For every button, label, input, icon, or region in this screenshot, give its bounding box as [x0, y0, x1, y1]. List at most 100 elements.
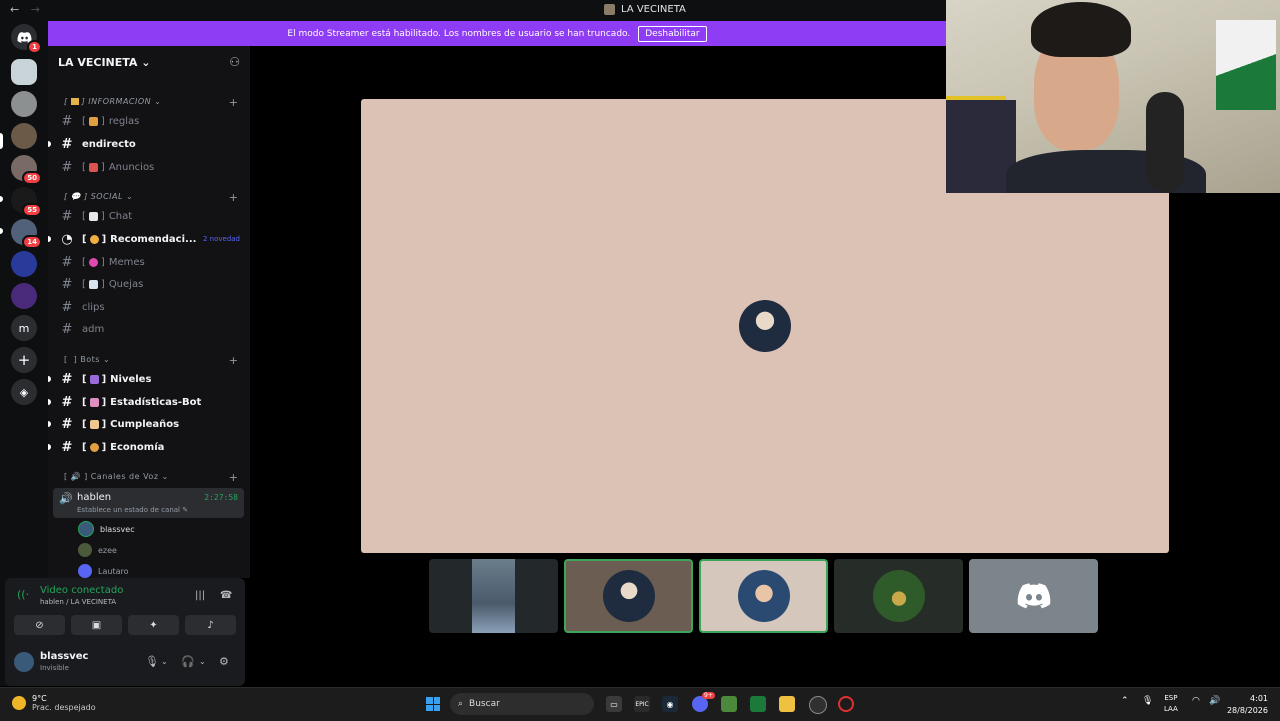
disconnect-icon[interactable]: ☎ — [220, 590, 232, 601]
channel-status[interactable]: Establece un estado de canal ✎ — [77, 506, 188, 514]
microphone-icon[interactable]: 🎙 — [1142, 696, 1153, 706]
search-box[interactable]: ⌕ Buscar — [450, 693, 594, 715]
spreadsheet-app-icon[interactable] — [750, 696, 766, 712]
voice-user[interactable]: blassvec — [78, 520, 135, 538]
input-language[interactable]: ESP LAA — [1164, 693, 1178, 715]
call-timer: 2:27:58 — [204, 493, 238, 502]
participant-tile[interactable] — [564, 559, 693, 633]
pencil-icon: ✎ — [182, 506, 189, 514]
settings-gear-icon[interactable]: ⚙ — [219, 655, 229, 668]
clock[interactable]: 4:01 28/8/2026 — [1227, 693, 1268, 717]
minecraft-icon[interactable] — [721, 696, 737, 712]
discord-home-icon[interactable]: 1 — [11, 24, 42, 54]
channel-endirecto[interactable]: # endirecto — [48, 134, 244, 154]
add-server-icon[interactable]: + — [11, 347, 37, 373]
server-icon-4[interactable]: 55 — [11, 187, 42, 217]
channel-reglas[interactable]: #[] reglas — [54, 111, 244, 131]
chevron-down-icon[interactable]: ⌄ — [199, 657, 206, 666]
channel-recomendaciones[interactable]: ◔[] Recomendaci... 2 novedad — [48, 229, 244, 249]
webcam-overlay — [946, 0, 1280, 193]
participant-tile[interactable] — [969, 559, 1098, 633]
epic-games-icon[interactable]: EPIC — [634, 696, 650, 712]
server-header[interactable]: LA VECINETA ⌄ ⚇ — [48, 46, 250, 78]
unread-indicator — [0, 196, 3, 202]
server-icon-la-vecineta[interactable] — [11, 123, 37, 149]
channel-anuncios[interactable]: #[] Anuncios — [54, 157, 244, 177]
voice-user[interactable]: Lautaro — [78, 562, 128, 578]
share-screen-button[interactable]: ▣ — [71, 615, 122, 635]
user-name[interactable]: blassvec — [40, 651, 88, 662]
category-label: Bots — [80, 355, 100, 364]
connection-channel[interactable]: hablen / LA VECINETA — [40, 598, 116, 606]
voice-user[interactable]: ezee — [78, 541, 117, 559]
task-view-icon[interactable]: ▭ — [606, 696, 622, 712]
channel-quejas[interactable]: #[] Quejas — [54, 274, 244, 294]
channel-estadisticas-bot[interactable]: #[] Estadísticas-Bot — [48, 392, 244, 412]
create-channel-icon[interactable]: + — [229, 191, 238, 204]
connection-status[interactable]: Video conectado — [40, 585, 123, 596]
megaphone-icon — [88, 162, 98, 172]
category-bots[interactable]: [ ] Bots ⌄ — [64, 355, 110, 364]
chevron-up-icon[interactable]: ⌃ — [1121, 696, 1129, 706]
share-screen-icon: ▣ — [91, 619, 102, 631]
voice-user-name: Lautaro — [98, 566, 129, 576]
windows-start-icon[interactable] — [426, 697, 440, 711]
level-icon — [89, 374, 99, 384]
noise-suppression-icon[interactable]: ||| — [195, 590, 205, 601]
disable-streamer-button[interactable]: Deshabilitar — [638, 25, 707, 42]
activities-button[interactable]: ✦ — [128, 615, 179, 635]
obs-studio-icon[interactable] — [809, 696, 827, 714]
weather-widget[interactable]: 9°C Prac. despejado — [12, 694, 96, 712]
server-icon-m[interactable]: m — [11, 315, 37, 341]
voice-channel-hablen[interactable]: 🔊 hablen 2:27:58 Establece un estado de … — [53, 488, 244, 518]
category-social[interactable]: [ 💬 ] SOCIAL ⌄ — [64, 192, 133, 201]
invite-people-icon[interactable]: ⚇ — [229, 55, 240, 69]
channel-adm[interactable]: # adm — [54, 319, 244, 339]
server-icon-1[interactable] — [11, 59, 37, 85]
explore-compass-icon[interactable]: ◈ — [11, 379, 37, 405]
create-channel-icon[interactable]: + — [229, 96, 238, 109]
channel-chat[interactable]: #[] Chat — [54, 206, 244, 226]
forward-arrow-icon[interactable]: → — [31, 3, 40, 16]
microphone-prop — [1146, 92, 1184, 192]
create-channel-icon[interactable]: + — [229, 354, 238, 367]
participant-tile[interactable] — [699, 559, 828, 633]
signal-icon[interactable]: ((· — [17, 588, 29, 601]
avatar[interactable] — [14, 652, 34, 672]
channel-label: Niveles — [110, 373, 152, 385]
stream-preview — [472, 559, 515, 633]
create-channel-icon[interactable]: + — [229, 471, 238, 484]
steam-icon[interactable]: ◉ — [662, 696, 678, 712]
channel-clips[interactable]: # clips — [54, 297, 244, 317]
server-icon-6[interactable] — [11, 251, 37, 277]
soundboard-button[interactable]: ♪ — [185, 615, 236, 635]
windows-taskbar: 9°C Prac. despejado ⌕ Buscar ▭ EPIC ◉ 9+… — [0, 687, 1280, 721]
channel-cumpleanos[interactable]: #[] Cumpleaños — [48, 414, 244, 434]
camera-off-button[interactable]: ⊘ — [14, 615, 65, 635]
avatar — [78, 521, 94, 537]
scroll-icon — [88, 116, 98, 126]
back-arrow-icon[interactable]: ← — [10, 3, 19, 16]
category-informacion[interactable]: [ ] INFORMACION ⌄ — [64, 97, 161, 106]
channel-memes[interactable]: #[] Memes — [54, 252, 244, 272]
chart-icon — [89, 397, 99, 407]
channel-niveles[interactable]: #[] Niveles — [48, 369, 244, 389]
chevron-down-icon[interactable]: ⌄ — [161, 657, 168, 666]
volume-icon[interactable]: 🔊 — [1209, 696, 1220, 706]
server-icon-2[interactable] — [11, 91, 37, 117]
server-icon-3[interactable]: 50 — [11, 155, 42, 185]
channel-label: Recomendaci... — [110, 233, 197, 245]
screen-share-tile[interactable] — [429, 559, 558, 633]
server-icon-5[interactable]: 14 — [11, 219, 42, 249]
microphone-icon[interactable]: 🎙 — [145, 655, 159, 668]
wifi-icon[interactable]: ◠ — [1192, 696, 1200, 706]
category-canales-de-voz[interactable]: [ 🔊 ] Canales de Voz ⌄ — [64, 472, 169, 481]
participant-tile[interactable] — [834, 559, 963, 633]
mention-badge: 14 — [22, 235, 42, 249]
opera-gx-icon[interactable] — [838, 696, 854, 712]
file-explorer-icon[interactable] — [779, 696, 795, 712]
server-icon-7[interactable] — [11, 283, 37, 309]
language-code: ESP — [1164, 694, 1178, 702]
headphones-icon[interactable]: 🎧 — [181, 655, 195, 668]
channel-economia[interactable]: #[] Economía — [48, 437, 244, 457]
